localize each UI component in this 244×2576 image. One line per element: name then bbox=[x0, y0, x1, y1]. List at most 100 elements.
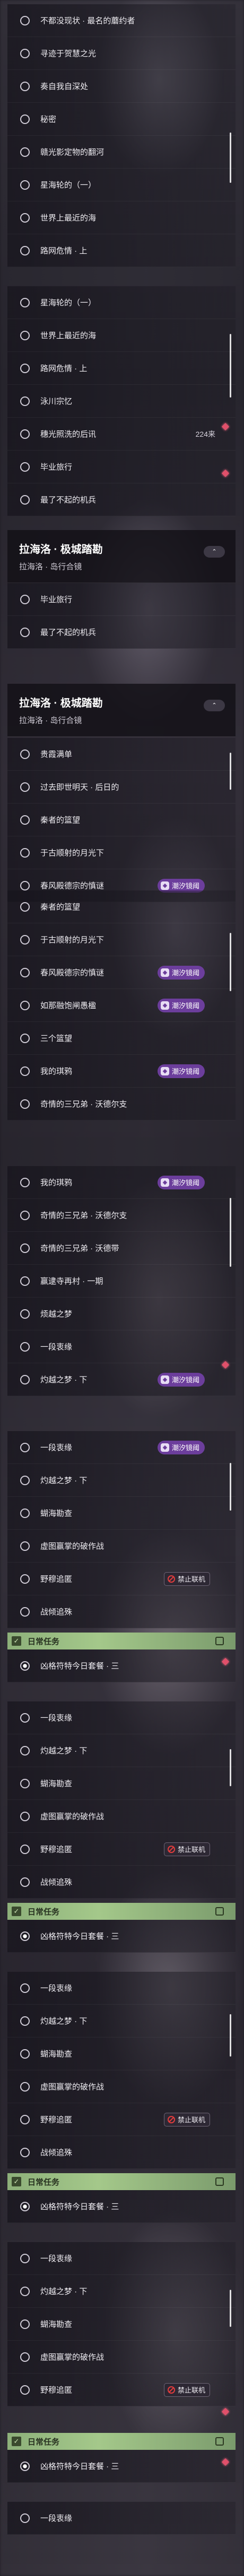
event-badge[interactable]: ◆ 潮汐镜阈 bbox=[157, 998, 205, 1012]
quest-row[interactable]: 穗光照洗的后讯 224来 bbox=[7, 418, 236, 451]
quest-row[interactable]: 秦者的篮望 bbox=[7, 890, 236, 923]
quest-status-icon bbox=[20, 245, 30, 255]
quest-row[interactable]: 贵霞满单 bbox=[7, 738, 236, 771]
quest-title: 蝴海勘查 bbox=[40, 2320, 73, 2329]
quest-row[interactable]: 凶格符特今日套餐 · 三 bbox=[7, 2450, 236, 2483]
quest-row[interactable]: 蝴海勘查 bbox=[7, 2308, 236, 2341]
quest-row[interactable]: 过去即世明天 · 后日的 bbox=[7, 771, 236, 804]
quest-row[interactable]: 虚图赢掌的破作战 bbox=[7, 2341, 236, 2374]
quest-row[interactable]: 一段衷缘 bbox=[7, 1330, 236, 1363]
quest-row[interactable]: 赣光影定物的翻河 bbox=[7, 136, 236, 169]
daily-quest-bar[interactable]: ✓ 日常任务 bbox=[7, 1903, 236, 1920]
quest-row[interactable]: 野穆追匿 禁止联机 bbox=[7, 2374, 236, 2406]
scrollbar-thumb[interactable] bbox=[230, 133, 231, 183]
quest-row[interactable]: 路网危情 · 上 bbox=[7, 234, 236, 267]
quest-row[interactable]: 灼越之梦 · 下 bbox=[7, 2275, 236, 2308]
no-coop-label: 禁止联机 bbox=[177, 1846, 205, 1854]
quest-row[interactable]: 蝴海勘查 bbox=[7, 1497, 236, 1530]
quest-status-icon bbox=[20, 1442, 30, 1452]
quest-row[interactable]: 世界上最近的海 bbox=[7, 319, 236, 352]
quest-row[interactable]: 烦越之梦 bbox=[7, 1298, 236, 1330]
quest-row[interactable]: 野穆追匿 禁止联机 bbox=[7, 1563, 236, 1595]
daily-quest-bar[interactable]: ✓ 日常任务 bbox=[7, 2173, 236, 2190]
quest-row[interactable]: 星海轮的（一） bbox=[7, 169, 236, 201]
quest-title: 蝴海勘查 bbox=[40, 2050, 73, 2059]
quest-row[interactable]: 蝴海勘查 bbox=[7, 2037, 236, 2070]
event-badge[interactable]: ◆ 潮汐镜阈 bbox=[157, 1175, 205, 1189]
quest-row[interactable]: 泳川宗忆 bbox=[7, 385, 236, 418]
quest-row[interactable]: 三个篮望 bbox=[7, 1022, 236, 1055]
quest-status-icon bbox=[20, 1210, 30, 1220]
event-badge[interactable]: ◆ 潮汐镜阈 bbox=[157, 1372, 205, 1387]
quest-row[interactable]: 世界上最近的海 bbox=[7, 201, 236, 234]
scrollbar-thumb[interactable] bbox=[230, 2290, 231, 2327]
daily-quest-bar[interactable]: ✓ 日常任务 bbox=[7, 1633, 236, 1649]
quest-row[interactable]: 一段衷缘 bbox=[7, 1701, 236, 1734]
quest-row[interactable]: 奇情的三兄弟 · 沃德尔支 bbox=[7, 1088, 236, 1121]
quest-row[interactable]: 如那融饱闸愚楹 ◆ 潮汐镜阈 bbox=[7, 989, 236, 1022]
region-header[interactable]: 拉海洛 · 极城踏勘 拉海洛 · 岛行合镜 ⌃ bbox=[7, 530, 236, 583]
quest-title: 于古顺射的月光下 bbox=[40, 936, 104, 945]
quest-row[interactable]: 我的琪鸦 ◆ 潮汐镜阈 bbox=[7, 1055, 236, 1088]
quest-row[interactable]: 一段衷缘 bbox=[7, 1972, 236, 2005]
event-badge[interactable]: ◆ 潮汐镜阈 bbox=[157, 1440, 205, 1454]
quest-row[interactable]: 不都没现状 · 最名的蘑约者 bbox=[7, 4, 236, 37]
quest-row[interactable]: 战倾追殊 bbox=[7, 2136, 236, 2169]
quest-row[interactable]: 灼越之梦 · 下 bbox=[7, 1464, 236, 1497]
quest-row[interactable]: 一段衷缘 bbox=[7, 2502, 236, 2535]
quest-row[interactable]: 灼越之梦 · 下 ◆ 潮汐镜阈 bbox=[7, 1363, 236, 1396]
reward-amount: 224来 bbox=[195, 429, 215, 438]
scrollbar-thumb[interactable] bbox=[230, 933, 231, 991]
quest-row[interactable]: 奇情的三兄弟 · 沃德带 bbox=[7, 1232, 236, 1265]
quest-row[interactable]: 灼越之梦 · 下 bbox=[7, 2005, 236, 2037]
quest-row[interactable]: 寻迹于贺慧之光 bbox=[7, 37, 236, 70]
quest-row[interactable]: 凶格符特今日套餐 · 三 bbox=[7, 2190, 236, 2223]
event-badge[interactable]: ◆ 潮汐镜阈 bbox=[157, 965, 205, 980]
quest-row[interactable]: 秦者的篮望 bbox=[7, 804, 236, 836]
quest-row[interactable]: 最了不起的机兵 bbox=[7, 483, 236, 516]
quest-row[interactable]: 毕业旅行 bbox=[7, 451, 236, 483]
quest-row[interactable]: 虚图赢掌的破作战 bbox=[7, 1530, 236, 1563]
quest-row[interactable]: 于古顺射的月光下 bbox=[7, 836, 236, 869]
region-header[interactable]: 拉海洛 · 极城踏勘 拉海洛 · 岛行合镜 ⌃ bbox=[7, 684, 236, 737]
quest-row[interactable]: 春风殿德宗的慎谜 ◆ 潮汐镜阈 bbox=[7, 956, 236, 989]
scrollbar-thumb[interactable] bbox=[230, 334, 231, 398]
quest-row[interactable]: 路网危情 · 上 bbox=[7, 352, 236, 385]
quest-row[interactable]: 毕业旅行 bbox=[7, 583, 236, 616]
quest-row[interactable]: 虚图赢掌的破作战 bbox=[7, 1800, 236, 1833]
quest-row[interactable]: 奏自我自深处 bbox=[7, 70, 236, 103]
quest-status-icon bbox=[20, 1033, 30, 1043]
scrollbar-thumb[interactable] bbox=[230, 1749, 231, 1786]
quest-row[interactable]: 赢逮寺再村 · 一期 bbox=[7, 1265, 236, 1298]
quest-row[interactable]: 凶格符特今日套餐 · 三 bbox=[7, 1920, 236, 1953]
quest-row[interactable]: 一段衷缘 ◆ 潮汐镜阈 bbox=[7, 1431, 236, 1464]
quest-row[interactable]: 于古顺射的月光下 bbox=[7, 923, 236, 956]
quest-row[interactable]: 野穆追匿 禁止联机 bbox=[7, 1833, 236, 1866]
quest-row[interactable]: 战倾追殊 bbox=[7, 1595, 236, 1628]
quest-row[interactable]: 战倾追殊 bbox=[7, 1866, 236, 1899]
quest-row[interactable]: 最了不起的机兵 bbox=[7, 616, 236, 649]
quest-title: 一段衷缘 bbox=[40, 2254, 73, 2263]
quest-row[interactable]: 奇情的三兄弟 · 沃德尔支 bbox=[7, 1199, 236, 1232]
quest-row[interactable]: 凶格符特今日套餐 · 三 bbox=[7, 1649, 236, 1682]
quest-row[interactable]: 蝴海勘查 bbox=[7, 1767, 236, 1800]
collapse-button[interactable]: ⌃ bbox=[204, 700, 225, 711]
quest-row[interactable]: 灼越之梦 · 下 bbox=[7, 1734, 236, 1767]
quest-row[interactable]: 野穆追匿 禁止联机 bbox=[7, 2103, 236, 2136]
quest-status-icon bbox=[20, 594, 30, 604]
scrollbar-thumb[interactable] bbox=[230, 1198, 231, 1267]
scrollbar-thumb[interactable] bbox=[230, 753, 231, 790]
no-coop-badge: 禁止联机 bbox=[163, 2112, 210, 2127]
quest-row[interactable]: 一段衷缘 bbox=[7, 2242, 236, 2275]
daily-quest-label: 日常任务 bbox=[28, 1907, 60, 1917]
daily-quest-bar[interactable]: ✓ 日常任务 bbox=[7, 2433, 236, 2450]
quest-row[interactable]: 我的琪鸦 ◆ 潮汐镜阈 bbox=[7, 1166, 236, 1199]
quest-row[interactable]: 虚图赢掌的破作战 bbox=[7, 2070, 236, 2103]
scrollbar-thumb[interactable] bbox=[230, 2014, 231, 2057]
quest-row[interactable]: 秘密 bbox=[7, 103, 236, 136]
collapse-button[interactable]: ⌃ bbox=[204, 546, 225, 558]
quest-row[interactable]: 星海轮的（一） bbox=[7, 286, 236, 319]
quest-title: 最了不起的机兵 bbox=[40, 628, 97, 637]
event-badge[interactable]: ◆ 潮汐镜阈 bbox=[157, 1064, 205, 1078]
scrollbar-thumb[interactable] bbox=[230, 1463, 231, 1511]
